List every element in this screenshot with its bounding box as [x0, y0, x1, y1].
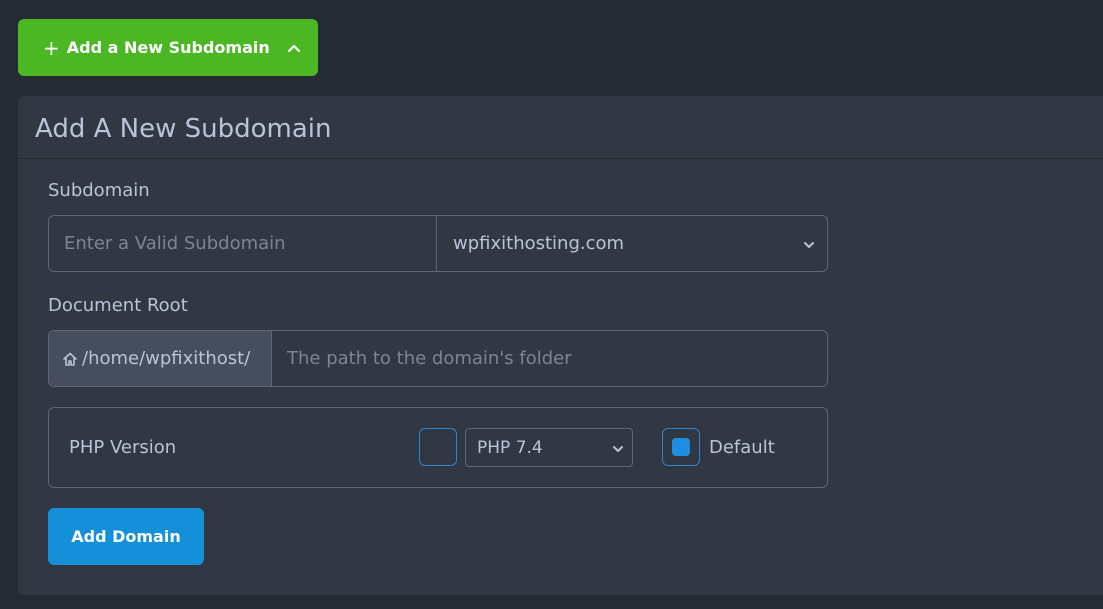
php-default-label: Default — [709, 437, 775, 458]
subdomain-input[interactable] — [49, 216, 437, 271]
php-version-label: PHP Version — [69, 437, 177, 458]
add-subdomain-toggle-button[interactable]: + Add a New Subdomain — [18, 19, 318, 76]
document-root-label: Document Root — [48, 295, 188, 316]
subdomain-input-group: wpfixithosting.com — [48, 215, 828, 272]
php-default-checkbox[interactable] — [662, 428, 700, 466]
document-root-prefix-text: /home/wpfixithost/ — [82, 348, 251, 369]
document-root-input-group: /home/wpfixithost/ — [48, 330, 828, 387]
php-version-enable-checkbox[interactable] — [419, 428, 457, 466]
add-subdomain-card: Add A New Subdomain Subdomain wpfixithos… — [18, 96, 1103, 595]
document-root-prefix: /home/wpfixithost/ — [49, 331, 272, 386]
php-version-box: PHP Version PHP 7.4 Default — [48, 407, 828, 488]
chevron-down-icon — [803, 233, 815, 254]
card-header: Add A New Subdomain — [18, 96, 1103, 159]
chevron-up-icon — [287, 43, 301, 53]
domain-select[interactable]: wpfixithosting.com — [437, 216, 827, 271]
card-title: Add A New Subdomain — [35, 114, 332, 144]
home-icon — [62, 351, 78, 367]
subdomain-label: Subdomain — [48, 180, 150, 201]
add-domain-button[interactable]: Add Domain — [48, 508, 204, 565]
php-version-select[interactable]: PHP 7.4 — [465, 428, 633, 467]
chevron-down-icon — [612, 438, 624, 458]
php-version-select-value: PHP 7.4 — [477, 437, 543, 458]
toggle-button-label: Add a New Subdomain — [66, 38, 270, 57]
document-root-input[interactable] — [272, 331, 827, 386]
domain-select-value: wpfixithosting.com — [453, 233, 625, 254]
plus-icon: + — [43, 35, 60, 60]
